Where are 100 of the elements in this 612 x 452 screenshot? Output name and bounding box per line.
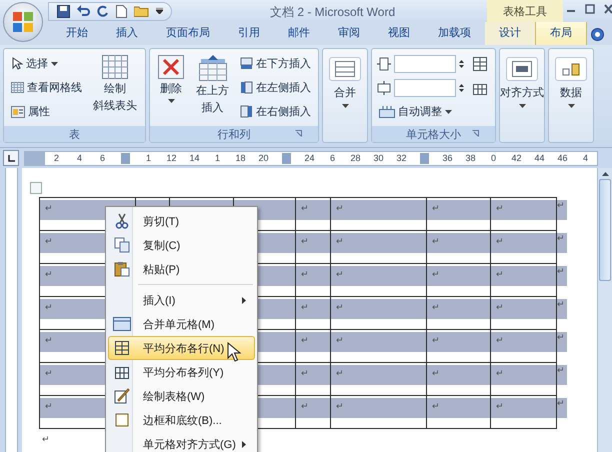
ruler-number: 28 <box>349 152 362 164</box>
table-cell: ↵ <box>490 230 557 264</box>
insert-column-left-icon <box>240 81 253 94</box>
customize-caret-icon <box>156 8 163 14</box>
ribbon-tab[interactable]: 加载项 <box>424 22 485 45</box>
collapsed-group-button[interactable]: 数据 <box>548 48 594 143</box>
caret-icon <box>168 99 174 103</box>
collapsed-group-button[interactable]: 对齐方式 <box>499 48 545 143</box>
column-width-icon <box>377 56 391 70</box>
ribbon-large-button[interactable]: 绘制 斜线表头 <box>90 53 140 122</box>
ruler-number: 0 <box>490 152 497 164</box>
ruler-number: 42 <box>510 152 522 164</box>
tab-selector[interactable] <box>3 150 19 166</box>
redo-icon <box>97 5 109 17</box>
distribute-rows-icon <box>473 56 487 70</box>
column-marker[interactable] <box>420 152 429 164</box>
column-marker[interactable] <box>282 152 291 164</box>
ribbon-button[interactable]: 选择 <box>9 53 84 74</box>
table-move-handle[interactable] <box>30 182 42 194</box>
row-end-mark: ↵ <box>557 365 567 385</box>
insert-row-below-icon <box>240 57 253 70</box>
ruler-number: 4 <box>76 152 83 164</box>
insert-row-above-icon <box>198 55 226 81</box>
ribbon-tab[interactable]: 页面布局 <box>152 22 224 45</box>
table-cell: ↵ <box>295 395 331 429</box>
scroll-thumb[interactable] <box>599 179 611 281</box>
ruler-number: 1 <box>214 152 221 164</box>
distribute-columns-icon <box>114 364 130 380</box>
caret-icon <box>568 104 574 108</box>
ruler-number: 46 <box>556 152 568 164</box>
dialog-launcher-icon <box>295 130 302 137</box>
new-document-icon <box>116 4 127 18</box>
group-title: 行和列 <box>216 128 252 142</box>
ribbon-large-button[interactable]: 在上方 插入 <box>193 53 232 122</box>
table-cell: ↵ <box>426 395 491 429</box>
menu-item[interactable]: 单元格对齐方式(G) <box>108 432 255 452</box>
cursor-icon <box>11 57 23 70</box>
ribbon-tab[interactable]: 审阅 <box>324 22 374 45</box>
submenu-arrow-icon <box>242 440 246 448</box>
distribute-rows-icon <box>114 340 130 356</box>
column-marker[interactable] <box>121 152 130 164</box>
ruler-number: 2 <box>52 152 60 164</box>
ribbon-tab[interactable]: 开始 <box>52 22 102 45</box>
ribbon-button[interactable]: 自动调整 <box>377 101 464 122</box>
row-end-mark: ↵ <box>557 266 567 286</box>
menu-item[interactable]: 平均分布各行(N) <box>108 336 255 360</box>
collapsed-group-button[interactable]: 合并 <box>322 48 368 143</box>
ruler-number: 24 <box>303 152 316 164</box>
ribbon-tab[interactable]: 视图 <box>374 22 424 45</box>
copy-icon <box>114 237 130 253</box>
caret-icon <box>445 110 452 114</box>
border-icon <box>114 412 130 428</box>
undo-icon <box>77 5 90 17</box>
ruler-number: 6 <box>98 152 106 164</box>
ruler-number: 4 <box>582 152 589 164</box>
row-end-mark: ↵ <box>557 332 567 352</box>
caret-icon <box>342 104 348 108</box>
table-cell: ↵ <box>490 395 557 429</box>
office-logo-icon <box>12 11 34 33</box>
spin-down-icon <box>459 88 464 92</box>
spinner-field[interactable] <box>394 54 456 72</box>
ribbon-button[interactable]: 在右侧插入 <box>238 101 313 122</box>
ribbon-tab[interactable]: 邮件 <box>274 22 324 45</box>
autofit-icon <box>379 106 395 118</box>
scissors-icon <box>114 213 130 229</box>
context-tab-group: 表格工具 <box>487 0 563 22</box>
ruler-number: 18 <box>234 152 246 164</box>
row-end-mark: ↵ <box>557 299 567 319</box>
spinner-field[interactable] <box>394 78 456 96</box>
ribbon-button[interactable]: 在下方插入 <box>238 53 313 74</box>
folder-icon <box>134 5 149 17</box>
ruler-number: 32 <box>395 152 408 164</box>
ribbon-button[interactable]: 属性 <box>9 101 84 122</box>
paragraph-mark: ↵ <box>42 434 50 445</box>
merge-cells-icon <box>113 317 131 331</box>
row-height-icon <box>377 80 391 94</box>
spin-up-icon <box>459 84 464 86</box>
ribbon-tab[interactable]: 引用 <box>224 22 274 45</box>
table-cell: ↵ <box>330 395 427 429</box>
caret-icon <box>518 104 526 108</box>
ruler-number: 1 <box>144 152 152 164</box>
table-grid-icon <box>102 55 128 79</box>
row-end-mark: ↵ <box>557 398 567 418</box>
data-icon <box>561 61 581 77</box>
ruler-number: 44 <box>533 152 546 164</box>
ribbon-large-button[interactable]: 删除 <box>155 53 187 122</box>
table-cell: ↵ <box>490 296 557 330</box>
grid-icon <box>11 82 24 93</box>
ribbon-button[interactable]: 在左侧插入 <box>238 77 313 98</box>
alignment-icon <box>512 61 532 77</box>
ruler-number: 30 <box>372 152 384 164</box>
mouse-pointer-icon <box>227 342 241 362</box>
ribbon-button[interactable]: 查看网格线 <box>9 77 84 98</box>
ruler-number: 6 <box>328 152 336 164</box>
ruler-number: 36 <box>441 152 454 164</box>
ribbon-tab[interactable]: 插入 <box>102 22 152 45</box>
row-end-mark: ↵ <box>557 233 567 253</box>
table-cell: ↵ <box>490 263 557 297</box>
table-cell: ↵ <box>490 329 557 363</box>
caret-icon <box>51 62 58 66</box>
